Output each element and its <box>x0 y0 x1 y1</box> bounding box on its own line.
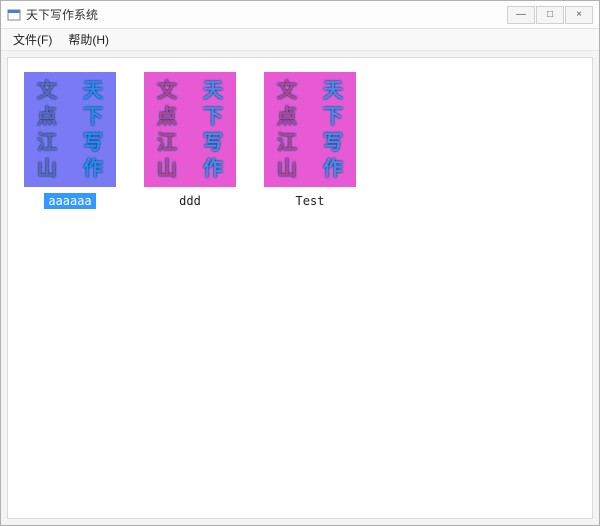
thumb-col-left: 文 点 江 山 <box>264 72 310 187</box>
titlebar[interactable]: 天下写作系统 — □ × <box>1 1 599 29</box>
application-window: 天下写作系统 — □ × 文件(F) 帮助(H) 文 点 江 山 天 <box>0 0 600 526</box>
window-controls: — □ × <box>506 6 593 24</box>
app-icon <box>7 8 21 22</box>
project-thumbnail: 文 点 江 山 天 下 写 作 <box>144 72 236 187</box>
project-item[interactable]: 文 点 江 山 天 下 写 作 Test <box>264 72 356 209</box>
project-label[interactable]: Test <box>292 193 329 209</box>
project-item[interactable]: 文 点 江 山 天 下 写 作 ddd <box>144 72 236 209</box>
menu-file[interactable]: 文件(F) <box>5 29 60 50</box>
project-label[interactable]: ddd <box>175 193 205 209</box>
menu-help[interactable]: 帮助(H) <box>60 29 117 50</box>
window-title: 天下写作系统 <box>26 6 506 23</box>
minimize-button[interactable]: — <box>507 6 535 24</box>
project-label[interactable]: aaaaaa <box>44 193 95 209</box>
thumb-col-right: 天 下 写 作 <box>70 72 116 187</box>
thumb-col-left: 文 点 江 山 <box>144 72 190 187</box>
thumb-col-right: 天 下 写 作 <box>190 72 236 187</box>
project-list: 文 点 江 山 天 下 写 作 aaaaaa <box>7 57 593 519</box>
maximize-button[interactable]: □ <box>536 6 564 24</box>
thumb-col-left: 文 点 江 山 <box>24 72 70 187</box>
menubar: 文件(F) 帮助(H) <box>1 29 599 51</box>
close-button[interactable]: × <box>565 6 593 24</box>
project-thumbnail: 文 点 江 山 天 下 写 作 <box>264 72 356 187</box>
project-item[interactable]: 文 点 江 山 天 下 写 作 aaaaaa <box>24 72 116 209</box>
project-thumbnail: 文 点 江 山 天 下 写 作 <box>24 72 116 187</box>
content-wrapper: 文 点 江 山 天 下 写 作 aaaaaa <box>1 51 599 525</box>
thumb-col-right: 天 下 写 作 <box>310 72 356 187</box>
